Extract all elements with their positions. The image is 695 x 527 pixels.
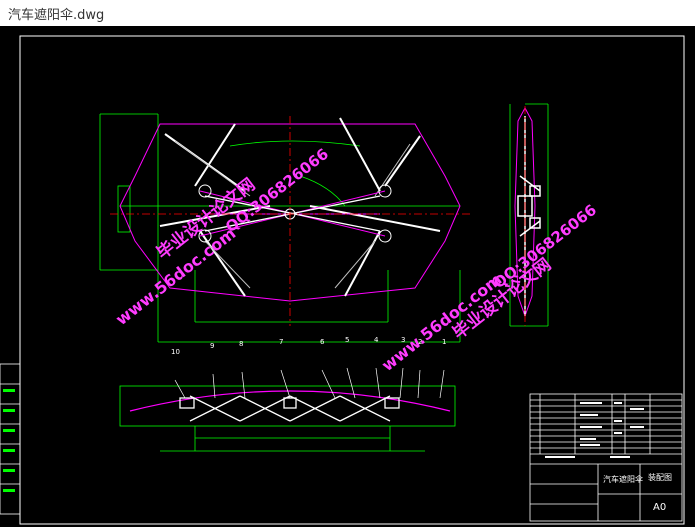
title-bar: 汽车遮阳伞.dwg [0,0,695,27]
cad-drawing-viewport[interactable]: 10 9 8 7 6 5 4 3 2 1 汽车遮阳伞 装配图 A0 毕业设计论文… [0,26,695,527]
part-number-1: 1 [442,338,447,346]
left-strip-labels [3,389,15,492]
title-block-sheet-size: A0 [653,502,667,513]
part-number-10: 10 [171,348,180,356]
part-number-9: 9 [210,342,215,350]
part-number-4: 4 [374,336,379,344]
window-title: 汽车遮阳伞.dwg [8,8,105,23]
part-number-6: 6 [320,338,325,346]
top-view [99,113,470,343]
part-number-5: 5 [345,336,350,344]
title-block-sheet-label: 装配图 [648,473,672,482]
part-number-7: 7 [279,338,284,346]
title-block-drawing-name: 汽车遮阳伞 [603,475,643,484]
cad-drawing [0,35,685,525]
front-view [119,367,456,452]
part-number-8: 8 [239,340,244,348]
